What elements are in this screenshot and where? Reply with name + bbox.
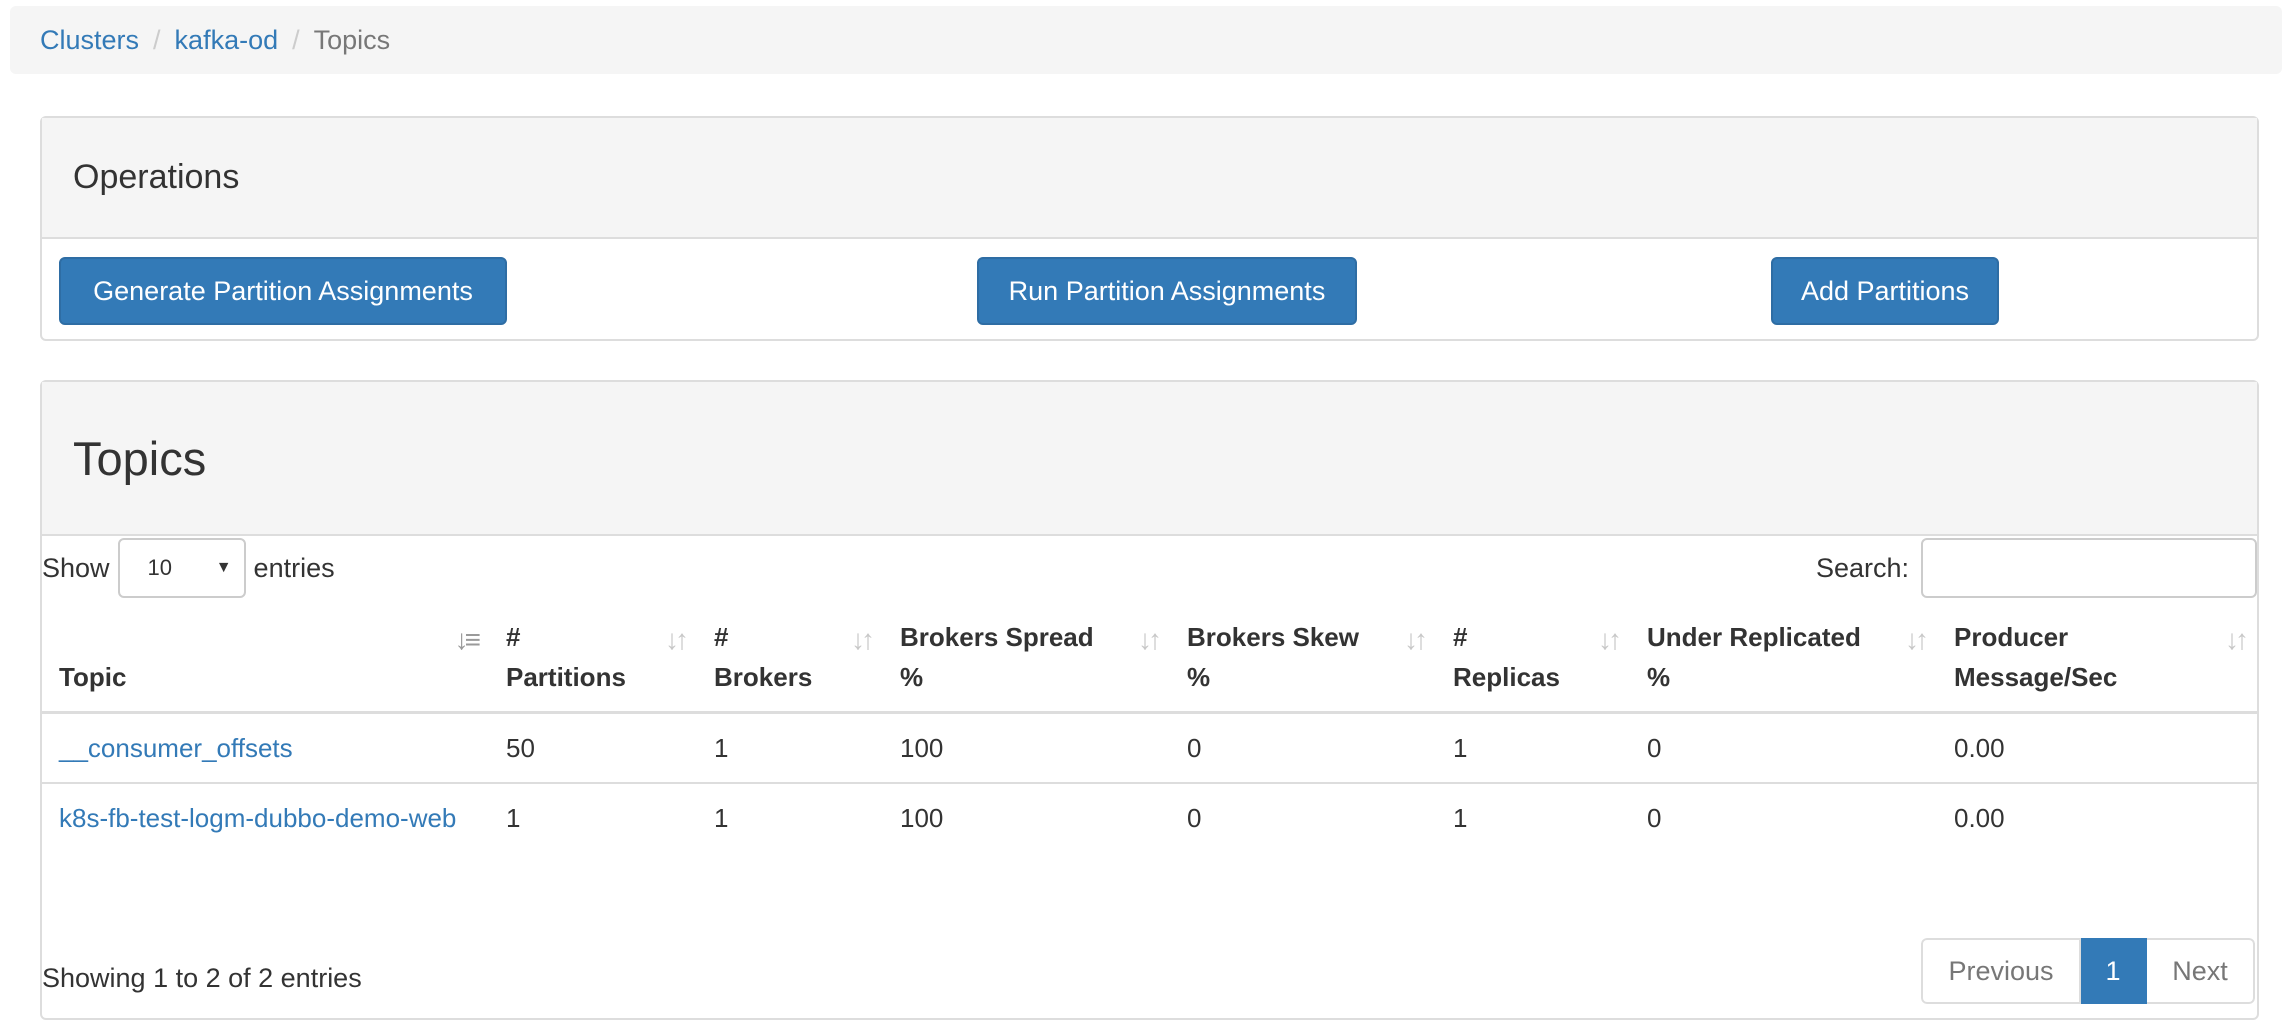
run-partition-assignments-button[interactable]: Run Partition Assignments <box>977 257 1357 325</box>
topics-table: Topic ↓≡ # Partitions ↓↑ # Brokers ↓↑ Br… <box>42 610 2257 852</box>
sort-icon: ↓↑ <box>851 624 875 655</box>
brokers-cell: 1 <box>714 732 729 763</box>
chevron-down-icon: ▼ <box>215 559 232 576</box>
topics-panel-title: Topics <box>42 382 2257 536</box>
table-header-row: Topic ↓≡ # Partitions ↓↑ # Brokers ↓↑ Br… <box>42 610 2257 714</box>
show-entries-control: Show 10 ▼ entries <box>42 538 335 598</box>
sort-icon: ↓↑ <box>1598 624 1622 655</box>
table-row: k8s-fb-test-logm-dubbo-demo-web 1 1 100 … <box>42 781 2257 852</box>
under-replicated-cell: 0 <box>1647 732 1662 763</box>
operations-panel-title: Operations <box>42 118 2257 239</box>
add-partitions-button[interactable]: Add Partitions <box>1771 257 1999 325</box>
page-length-value: 10 <box>147 555 173 580</box>
brokers-skew-cell: 0 <box>1170 781 1436 852</box>
sort-icon: ↓↑ <box>665 624 689 655</box>
topics-panel: Topics Show 10 ▼ entries Search: Topic ↓… <box>40 380 2259 1020</box>
column-header-partitions[interactable]: # Partitions ↓↑ <box>489 610 697 714</box>
table-info: Showing 1 to 2 of 2 entries <box>42 962 362 993</box>
brokers-spread-cell: 100 <box>883 781 1170 852</box>
producer-msg-sec-cell: 0.00 <box>1937 781 2257 852</box>
show-label: Show <box>42 552 110 583</box>
column-header-brokers-skew[interactable]: Brokers Skew % ↓↑ <box>1170 610 1436 714</box>
entries-label: entries <box>253 552 335 583</box>
sort-icon: ↓↑ <box>1138 624 1162 655</box>
partitions-cell: 50 <box>506 732 535 763</box>
page-length-select[interactable]: 10 ▼ <box>117 538 246 598</box>
column-header-brokers[interactable]: # Brokers ↓↑ <box>697 610 883 714</box>
search-control: Search: <box>1816 538 2257 598</box>
brokers-spread-cell: 100 <box>900 732 944 763</box>
breadcrumb-current: Topics <box>313 24 391 55</box>
sort-ascending-icon: ↓≡ <box>454 624 481 655</box>
brokers-skew-cell: 0 <box>1187 732 1202 763</box>
column-header-topic[interactable]: Topic ↓≡ <box>42 610 489 714</box>
search-input[interactable] <box>1921 538 2257 598</box>
column-header-under-replicated[interactable]: Under Replicated % ↓↑ <box>1630 610 1937 714</box>
column-header-brokers-spread[interactable]: Brokers Spread % ↓↑ <box>883 610 1170 714</box>
pagination: Previous 1 Next <box>1921 938 2255 1004</box>
partitions-cell: 1 <box>489 781 697 852</box>
under-replicated-cell: 0 <box>1630 781 1937 852</box>
previous-page-button[interactable]: Previous <box>1921 938 2081 1004</box>
column-header-replicas[interactable]: # Replicas ↓↑ <box>1436 610 1630 714</box>
replicas-cell: 1 <box>1453 732 1468 763</box>
sort-icon: ↓↑ <box>1404 624 1428 655</box>
breadcrumb-separator: / <box>153 24 161 55</box>
breadcrumb: Clusters / kafka-od / Topics <box>10 6 2282 74</box>
topic-link[interactable]: __consumer_offsets <box>59 733 293 763</box>
breadcrumb-cluster-link[interactable]: kafka-od <box>175 25 279 56</box>
breadcrumb-clusters-link[interactable]: Clusters <box>40 25 139 56</box>
operations-panel: Operations Generate Partition Assignment… <box>40 116 2259 341</box>
brokers-cell: 1 <box>697 781 883 852</box>
producer-msg-sec-cell: 0.00 <box>1954 732 2005 763</box>
generate-partition-assignments-button[interactable]: Generate Partition Assignments <box>59 257 507 325</box>
sort-icon: ↓↑ <box>1905 624 1929 655</box>
sort-icon: ↓↑ <box>2225 624 2249 655</box>
search-label: Search: <box>1815 552 1909 583</box>
topic-link[interactable]: k8s-fb-test-logm-dubbo-demo-web <box>59 803 456 833</box>
table-row: __consumer_offsets 50 1 100 0 1 0 0.00 <box>42 712 2257 783</box>
column-header-producer-msg-sec[interactable]: Producer Message/Sec ↓↑ <box>1937 610 2257 714</box>
replicas-cell: 1 <box>1436 781 1630 852</box>
breadcrumb-separator: / <box>292 24 300 55</box>
page-1-button[interactable]: 1 <box>2081 938 2147 1004</box>
next-page-button[interactable]: Next <box>2147 938 2255 1004</box>
